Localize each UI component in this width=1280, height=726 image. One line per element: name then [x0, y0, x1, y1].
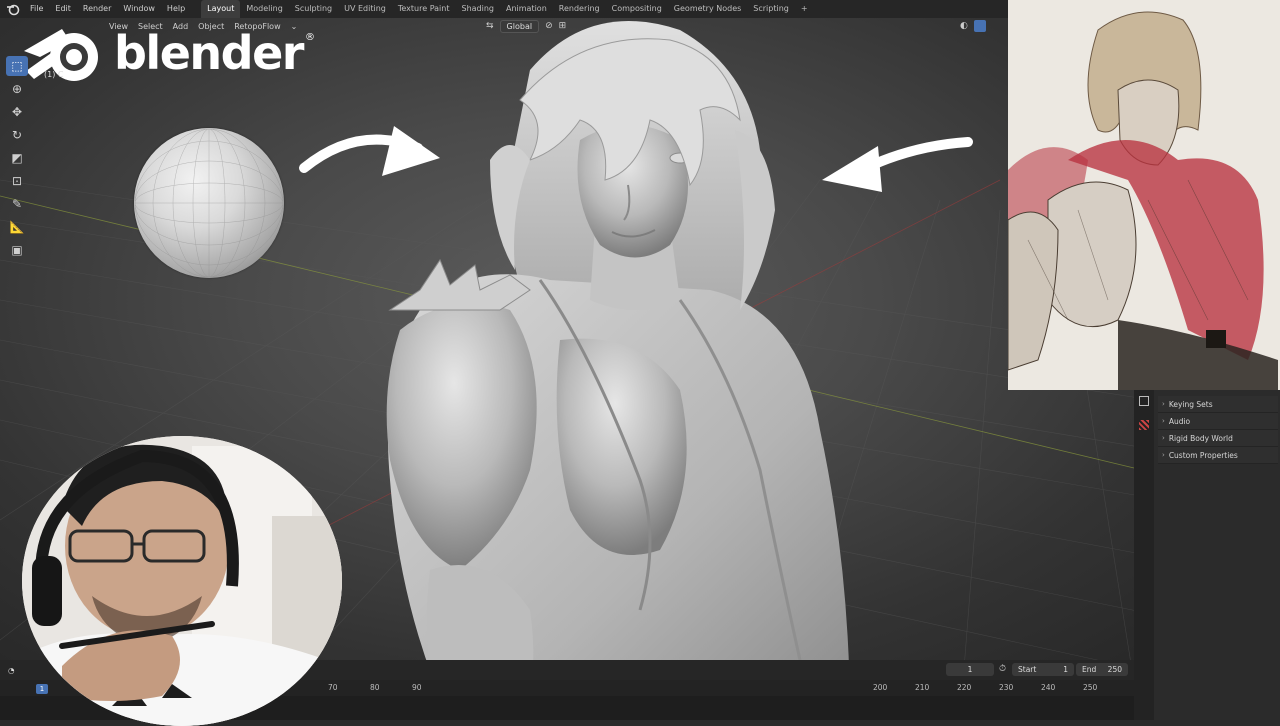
tab-geometry-nodes[interactable]: Geometry Nodes [668, 0, 747, 18]
measure-tool-icon[interactable]: 📐 [6, 217, 28, 237]
move-tool-icon[interactable]: ✥ [6, 102, 28, 122]
gizmo-icon[interactable] [973, 20, 986, 32]
tab-shading[interactable]: Shading [455, 0, 500, 18]
rotate-tool-icon[interactable]: ↻ [6, 125, 28, 145]
tick-label: 200 [873, 683, 888, 692]
editor-type-icon[interactable]: ◔ [8, 666, 15, 675]
blender-logo-icon [24, 29, 98, 81]
world-tab-icon[interactable] [1139, 420, 1149, 430]
tab-texture-paint[interactable]: Texture Paint [392, 0, 456, 18]
chevron-right-icon: › [1162, 434, 1165, 442]
tick-label: 220 [957, 683, 972, 692]
add-workspace-button[interactable]: + [795, 0, 814, 18]
end-label: End [1082, 665, 1097, 674]
select-tool-icon[interactable]: ⬚ [6, 56, 28, 76]
reference-illustration [1008, 0, 1280, 390]
tab-scripting[interactable]: Scripting [747, 0, 795, 18]
cursor-tool-icon[interactable]: ⊕ [6, 79, 28, 99]
chevron-right-icon: › [1162, 417, 1165, 425]
tick-label: 230 [999, 683, 1014, 692]
tab-layout[interactable]: Layout [201, 0, 241, 18]
tab-uv-editing[interactable]: UV Editing [338, 0, 392, 18]
character-sculpt[interactable] [380, 10, 880, 720]
chevron-right-icon: › [1162, 400, 1165, 408]
start-label: Start [1018, 665, 1037, 674]
blender-menu-icon[interactable] [6, 2, 20, 16]
chevron-right-icon: › [1162, 451, 1165, 459]
blender-logo: blender ® [22, 18, 315, 88]
reference-sketch [1008, 0, 1280, 390]
add-cube-tool-icon[interactable]: ▣ [6, 240, 28, 260]
tick-label: 80 [370, 683, 380, 692]
sphere-facets [134, 128, 284, 278]
menu-window[interactable]: Window [117, 0, 161, 18]
tick-label: 210 [915, 683, 930, 692]
transform-controls: ⇆ Global ⊘ ⊞ [486, 18, 566, 34]
top-menu-bar: File Edit Render Window Help Layout Mode… [0, 0, 1010, 18]
menu-render[interactable]: Render [77, 0, 117, 18]
transform-tool-icon[interactable]: ⊡ [6, 171, 28, 191]
transform-orientation-select[interactable]: Global [499, 19, 540, 33]
panel-label: Custom Properties [1168, 450, 1238, 460]
tab-compositing[interactable]: Compositing [606, 0, 668, 18]
logo-wordmark: blender [114, 26, 304, 80]
panel-keying-sets[interactable]: › Keying Sets [1158, 396, 1278, 413]
end-frame-field[interactable]: End 250 [1076, 663, 1128, 676]
menu-edit[interactable]: Edit [49, 0, 77, 18]
panel-label: Rigid Body World [1168, 433, 1233, 443]
scale-tool-icon[interactable]: ◩ [6, 148, 28, 168]
tab-rendering[interactable]: Rendering [553, 0, 606, 18]
snap-icon[interactable]: ⊞ [559, 21, 567, 31]
tick-label: 250 [1083, 683, 1098, 692]
presenter-video [22, 436, 342, 726]
panel-label: Keying Sets [1168, 399, 1213, 409]
start-value: 1 [1063, 665, 1068, 674]
webcam-overlay [22, 436, 342, 726]
tab-modeling[interactable]: Modeling [240, 0, 288, 18]
viewport-header-right: ◐ [960, 18, 986, 34]
stopwatch-icon[interactable]: ⏱ [999, 664, 1006, 674]
annotate-tool-icon[interactable]: ✎ [6, 194, 28, 214]
tab-sculpting[interactable]: Sculpting [289, 0, 338, 18]
viewport-object-info: (1) C [44, 70, 64, 79]
scene-tab-icon[interactable] [1139, 396, 1149, 406]
uv-sphere[interactable] [134, 128, 284, 278]
end-value: 250 [1107, 665, 1122, 674]
panel-label: Audio [1168, 416, 1191, 426]
tab-animation[interactable]: Animation [500, 0, 553, 18]
pivot-icon[interactable]: ⊘ [545, 21, 553, 31]
visibility-icon[interactable]: ◐ [960, 21, 968, 31]
menu-help[interactable]: Help [161, 0, 191, 18]
current-frame-field[interactable]: 1 [946, 663, 994, 676]
tick-label: 240 [1041, 683, 1056, 692]
tool-shelf: ⬚ ⊕ ✥ ↻ ◩ ⊡ ✎ 📐 ▣ [6, 56, 30, 260]
properties-panel: › Keying Sets › Audio › Rigid Body World… [1134, 390, 1280, 720]
start-frame-field[interactable]: Start 1 [1012, 663, 1074, 676]
menu-file[interactable]: File [24, 0, 49, 18]
panel-rigid-body-world[interactable]: › Rigid Body World [1158, 430, 1278, 447]
registered-mark: ® [304, 32, 315, 43]
panel-audio[interactable]: › Audio [1158, 413, 1278, 430]
panel-custom-properties[interactable]: › Custom Properties [1158, 447, 1278, 464]
transform-orientation-icon: ⇆ [486, 21, 494, 31]
properties-tabs [1134, 390, 1154, 720]
tick-label: 90 [412, 683, 422, 692]
